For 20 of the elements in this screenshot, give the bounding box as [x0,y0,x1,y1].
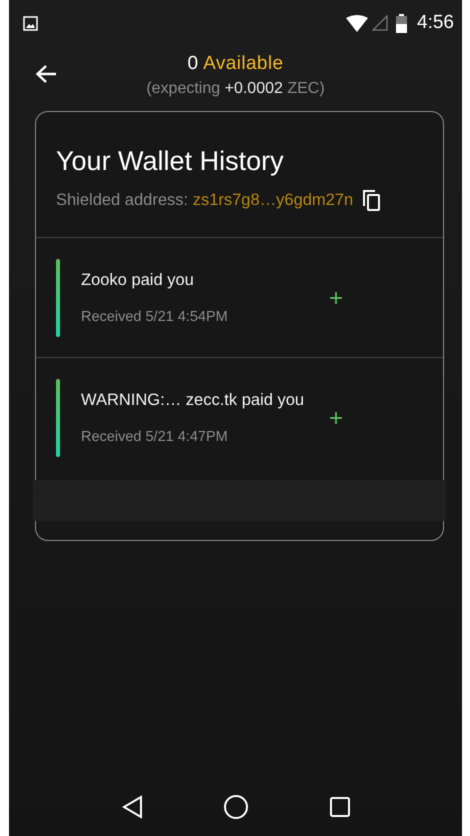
battery-icon [396,14,408,32]
address-text: Shielded address: zs1rs7g8…y6gdm27n [56,190,354,210]
transaction-date: Received 5/21 4:47PM [81,428,229,444]
balance-text: 0 Available [188,52,284,74]
back-arrow-icon[interactable] [35,64,57,84]
amount-sign: + [329,286,344,310]
home-icon[interactable] [222,794,248,820]
transaction-title: WARNING:… zecc.tk paid you [81,390,306,410]
signal-icon [372,15,388,31]
status-time: 4:56 [417,12,454,34]
expecting-text: (expecting +0.0002 ZEC) [146,80,325,98]
amount-sign: + [329,406,344,430]
wifi-icon [346,14,368,32]
copy-icon[interactable] [362,189,382,211]
card-title: Your Wallet History [56,146,285,177]
image-icon [23,16,38,30]
transaction-date: Received 5/21 4:54PM [81,308,229,324]
recents-icon[interactable] [328,796,350,818]
transaction-title: Zooko paid you [81,270,195,290]
back-icon[interactable] [120,795,142,819]
